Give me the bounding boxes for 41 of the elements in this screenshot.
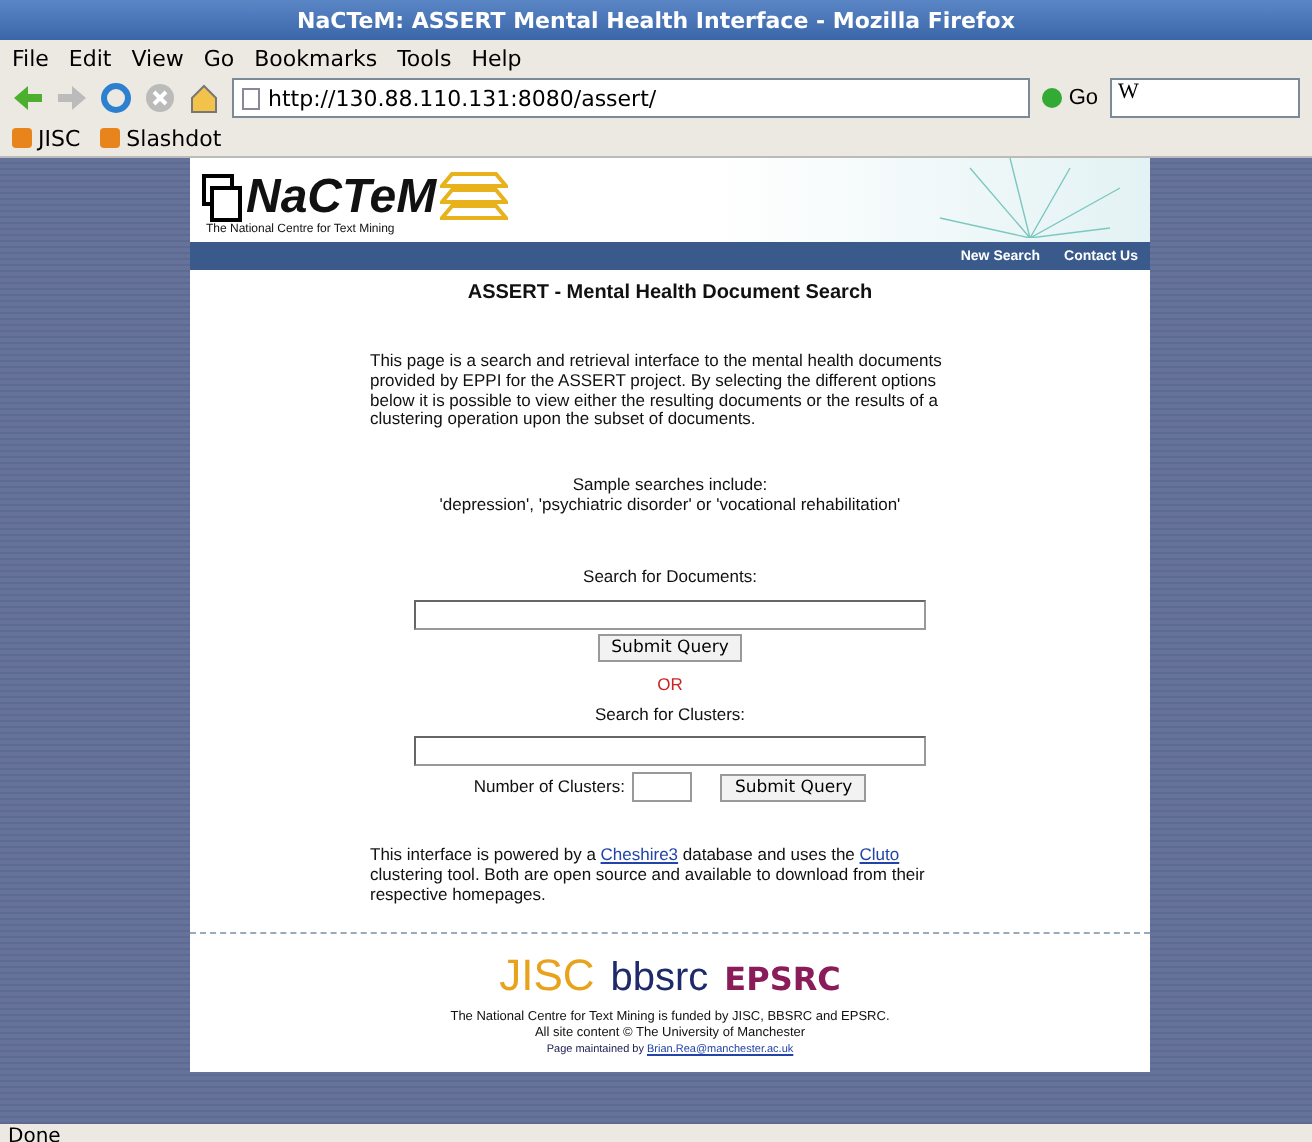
submit-button[interactable]: Submit Query	[597, 633, 743, 662]
field-label: Search for Clusters:	[594, 703, 746, 724]
logo-squares-icon	[202, 174, 242, 222]
go-icon	[1042, 88, 1063, 108]
search-field[interactable]: W	[1110, 78, 1300, 118]
logo-name: NaCTeM	[246, 174, 437, 222]
menu-item[interactable]: File	[12, 45, 49, 71]
menu-item[interactable]: Bookmarks	[254, 45, 378, 71]
cluster-search-field[interactable]	[414, 736, 926, 766]
funder-logo: JISC	[499, 950, 595, 1003]
cluto-link[interactable]: Cluto	[859, 844, 900, 864]
cheshire-link[interactable]: Cheshire3	[600, 844, 679, 864]
window-title: NaCTeM: ASSERT Mental Health Interface - Mozilla Firefox	[297, 7, 1015, 33]
bookmark-link[interactable]: JISC	[12, 125, 81, 151]
field-label: Search for Documents:	[583, 566, 757, 588]
menu-item[interactable]: Go	[203, 45, 235, 71]
go-button[interactable]: Go	[1042, 86, 1098, 110]
or-label: OR	[657, 673, 683, 694]
stop-icon[interactable]	[144, 82, 176, 114]
home-icon[interactable]	[188, 82, 220, 114]
samples-label: Sample searches include:	[572, 474, 768, 495]
submit-button[interactable]: Submit Query	[720, 774, 867, 802]
cluster-count-field[interactable]	[632, 771, 693, 801]
bookmark-link[interactable]: Slashdot	[100, 125, 222, 151]
url-field[interactable]: http://130.88.110.131:8080/assert/	[232, 78, 1031, 118]
stacked-bars-icon	[440, 170, 509, 222]
menu-item[interactable]: Tools	[397, 45, 452, 71]
funder-logo: bbsrc	[610, 956, 709, 1003]
page-icon	[242, 87, 260, 109]
status-text: Done	[6, 1124, 63, 1142]
powered-paragraph: This interface is powered by a Cheshire3 database and uses the Cluto clustering tool. Both are open source and available to download from their respective homepages.	[370, 846, 927, 905]
back-arrow-icon[interactable]	[12, 82, 44, 114]
document-search-field[interactable]	[414, 599, 926, 630]
samples-text: 'depression', 'psychiatric disorder' or 'vocational rehabilitation'	[439, 494, 901, 515]
menu-item[interactable]: View	[131, 45, 184, 71]
page-heading: ASSERT - Mental Health Document Search	[467, 282, 873, 304]
field-label: Number of Clusters:	[473, 776, 625, 796]
menu-item[interactable]: Help	[471, 45, 522, 71]
funder-logo: EPSRC	[724, 960, 841, 999]
intro-paragraph: This page is a search and retrieval interface to the mental health documents provided by EPPI for the ASSERT project. By selecting the different options below it is possible to view either the resulting documents or the results of a clustering operation upon the subset of documents.	[370, 352, 944, 431]
menu-item[interactable]: Edit	[68, 45, 112, 71]
